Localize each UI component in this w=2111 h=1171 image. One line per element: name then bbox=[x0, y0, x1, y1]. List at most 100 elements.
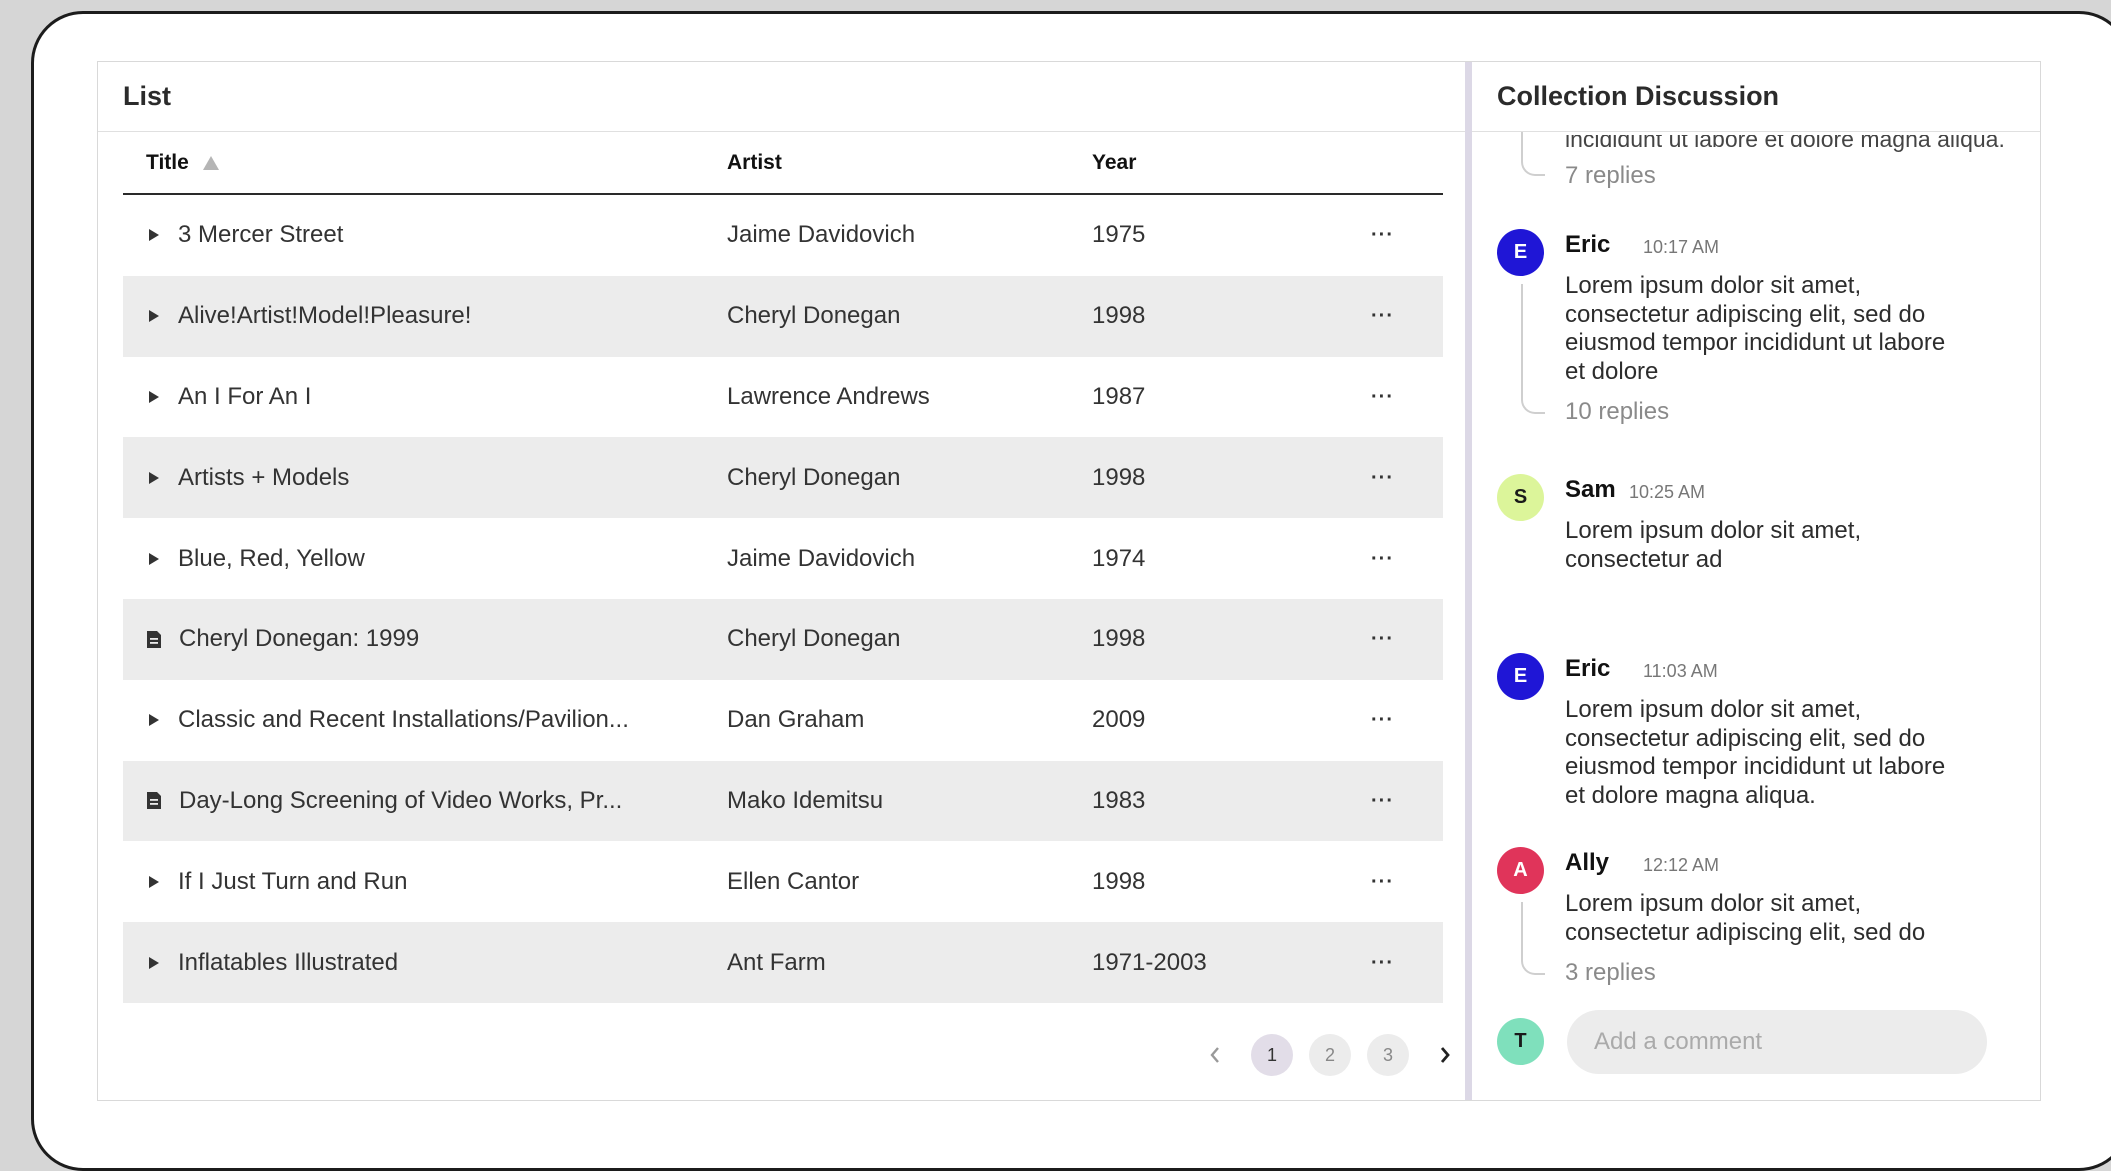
table-row[interactable]: Artists + Models Cheryl Donegan 1998 ··· bbox=[123, 437, 1443, 519]
comment-timestamp: 11:03 AM bbox=[1643, 661, 1718, 681]
page-button[interactable]: 2 bbox=[1309, 1034, 1351, 1076]
row-title: Artists + Models bbox=[178, 463, 350, 491]
row-artist: Jaime Davidovich bbox=[727, 544, 916, 572]
row-artist: Dan Graham bbox=[727, 706, 865, 734]
expand-row-icon[interactable] bbox=[149, 390, 159, 403]
page-button[interactable]: 3 bbox=[1367, 1034, 1409, 1076]
expand-row-icon[interactable] bbox=[149, 310, 159, 323]
more-options-icon: ··· bbox=[1371, 789, 1394, 812]
column-header-title[interactable]: Title bbox=[123, 151, 727, 175]
expand-row-icon[interactable] bbox=[149, 956, 159, 969]
thread-connector bbox=[1521, 902, 1545, 975]
list-title: List bbox=[98, 62, 1465, 132]
comment-timestamp: 10:25 AM bbox=[1629, 482, 1706, 502]
thread-connector bbox=[1521, 284, 1545, 414]
expand-row-icon[interactable] bbox=[149, 471, 159, 484]
more-options-icon: ··· bbox=[1371, 466, 1394, 489]
table-row[interactable]: Cheryl Donegan: 1999 Cheryl Donegan 1998… bbox=[123, 598, 1443, 680]
chevron-right-icon bbox=[1440, 1047, 1450, 1063]
more-options-icon: ··· bbox=[1371, 951, 1394, 974]
row-title-cell: Blue, Red, Yellow bbox=[123, 545, 727, 573]
row-artist: Jaime Davidovich bbox=[727, 221, 916, 249]
table-row[interactable]: Classic and Recent Installations/Pavilio… bbox=[123, 680, 1443, 761]
table-row[interactable]: Alive!Artist!Model!Pleasure! Cheryl Done… bbox=[123, 275, 1443, 357]
expand-row-icon[interactable] bbox=[149, 875, 159, 888]
row-artist: Lawrence Andrews bbox=[727, 382, 930, 410]
table-row[interactable]: Day-Long Screening of Video Works, Pr...… bbox=[123, 760, 1443, 842]
row-year: 1971-2003 bbox=[1092, 948, 1207, 976]
column-title-label: Title bbox=[146, 150, 189, 174]
comment-author[interactable]: Ally bbox=[1565, 849, 1609, 877]
row-title: Day-Long Screening of Video Works, Pr... bbox=[179, 786, 623, 814]
comment-body: Lorem ipsum dolor sit amet, consectetur a… bbox=[1565, 272, 2005, 386]
discussion-title: Collection Discussion bbox=[1472, 62, 2040, 132]
page-numbers: 123 bbox=[1251, 1034, 1409, 1076]
more-options-icon: ··· bbox=[1371, 385, 1394, 408]
comment-body: Lorem ipsum dolor sit amet, consectetur a… bbox=[1565, 890, 2005, 947]
expand-row-icon[interactable] bbox=[149, 714, 159, 727]
table-row[interactable]: Inflatables Illustrated Ant Farm 1971-20… bbox=[123, 922, 1443, 1003]
row-title-cell: Artists + Models bbox=[123, 464, 727, 492]
previous-page-button[interactable] bbox=[1195, 1035, 1235, 1075]
next-page-button[interactable] bbox=[1425, 1035, 1465, 1075]
table-row[interactable]: Blue, Red, Yellow Jaime Davidovich 1974 … bbox=[123, 518, 1443, 599]
table-row[interactable]: If I Just Turn and Run Ellen Cantor 1998… bbox=[123, 841, 1443, 922]
row-title: Blue, Red, Yellow bbox=[178, 544, 365, 572]
replies-link[interactable]: 7 replies bbox=[1565, 162, 1656, 190]
user-avatar[interactable]: E bbox=[1497, 229, 1544, 276]
row-title-cell: Alive!Artist!Model!Pleasure! bbox=[123, 302, 727, 330]
row-more-button[interactable]: ··· bbox=[1371, 225, 1443, 245]
row-more-button[interactable]: ··· bbox=[1371, 387, 1443, 407]
row-year: 1998 bbox=[1092, 302, 1146, 330]
user-avatar[interactable]: S bbox=[1497, 474, 1544, 521]
row-more-button[interactable]: ··· bbox=[1371, 549, 1443, 569]
more-options-icon: ··· bbox=[1371, 224, 1394, 247]
expand-row-icon[interactable] bbox=[149, 229, 159, 242]
document-icon bbox=[146, 791, 163, 810]
user-avatar[interactable]: E bbox=[1497, 653, 1544, 700]
sort-ascending-icon[interactable] bbox=[202, 155, 219, 170]
column-header-artist[interactable]: Artist bbox=[727, 151, 1092, 175]
comment-author[interactable]: Eric bbox=[1565, 655, 1610, 683]
replies-link[interactable]: 10 replies bbox=[1565, 398, 1669, 426]
row-title: An I For An I bbox=[178, 382, 312, 410]
main-panel: List Title Artist Year 3 Mercer Street J… bbox=[97, 61, 2041, 1101]
table-row[interactable]: 3 Mercer Street Jaime Davidovich 1975 ··… bbox=[123, 195, 1443, 276]
replies-link[interactable]: 3 replies bbox=[1565, 959, 1656, 987]
comment-line: Lorem ipsum dolor sit amet, bbox=[1565, 890, 1862, 917]
row-title-cell: Classic and Recent Installations/Pavilio… bbox=[123, 706, 727, 734]
row-more-button[interactable]: ··· bbox=[1371, 953, 1443, 973]
row-year: 1998 bbox=[1092, 463, 1146, 491]
row-title-cell: 3 Mercer Street bbox=[123, 221, 727, 249]
chevron-left-icon bbox=[1210, 1047, 1219, 1063]
table-row[interactable]: An I For An I Lawrence Andrews 1987 ··· bbox=[123, 357, 1443, 438]
expand-row-icon[interactable] bbox=[149, 552, 159, 565]
comment-line: consectetur adipiscing elit, sed do bbox=[1565, 918, 1926, 946]
page-button[interactable]: 1 bbox=[1251, 1034, 1293, 1076]
row-year: 1987 bbox=[1092, 382, 1146, 410]
row-more-button[interactable]: ··· bbox=[1371, 710, 1443, 730]
row-more-button[interactable]: ··· bbox=[1371, 791, 1443, 811]
row-year: 1998 bbox=[1092, 625, 1146, 653]
row-more-button[interactable]: ··· bbox=[1371, 629, 1443, 649]
row-more-button[interactable]: ··· bbox=[1371, 306, 1443, 326]
pane-divider[interactable] bbox=[1465, 62, 1472, 1100]
comment-line: Lorem ipsum dolor sit amet, bbox=[1565, 696, 1862, 723]
comment-timestamp: 10:17 AM bbox=[1643, 237, 1720, 257]
user-avatar[interactable]: A bbox=[1497, 847, 1544, 894]
comment-author[interactable]: Sam bbox=[1565, 476, 1616, 504]
row-title: Inflatables Illustrated bbox=[178, 948, 399, 976]
row-artist: Mako Idemitsu bbox=[727, 786, 884, 814]
comment-author[interactable]: Eric bbox=[1565, 231, 1610, 259]
add-comment-input[interactable] bbox=[1567, 1010, 1987, 1074]
column-header-year[interactable]: Year bbox=[1092, 151, 1371, 175]
comment-line: Lorem ipsum dolor sit amet, bbox=[1565, 272, 1862, 299]
row-more-button[interactable]: ··· bbox=[1371, 468, 1443, 488]
row-title-cell: If I Just Turn and Run bbox=[123, 868, 727, 896]
more-options-icon: ··· bbox=[1371, 305, 1394, 328]
more-options-icon: ··· bbox=[1371, 547, 1394, 570]
row-more-button[interactable]: ··· bbox=[1371, 872, 1443, 892]
row-artist: Ant Farm bbox=[727, 948, 826, 976]
row-artist: Cheryl Donegan bbox=[727, 302, 901, 330]
discussion-pane: Collection Discussion incididunt ut labo… bbox=[1472, 62, 2040, 1100]
